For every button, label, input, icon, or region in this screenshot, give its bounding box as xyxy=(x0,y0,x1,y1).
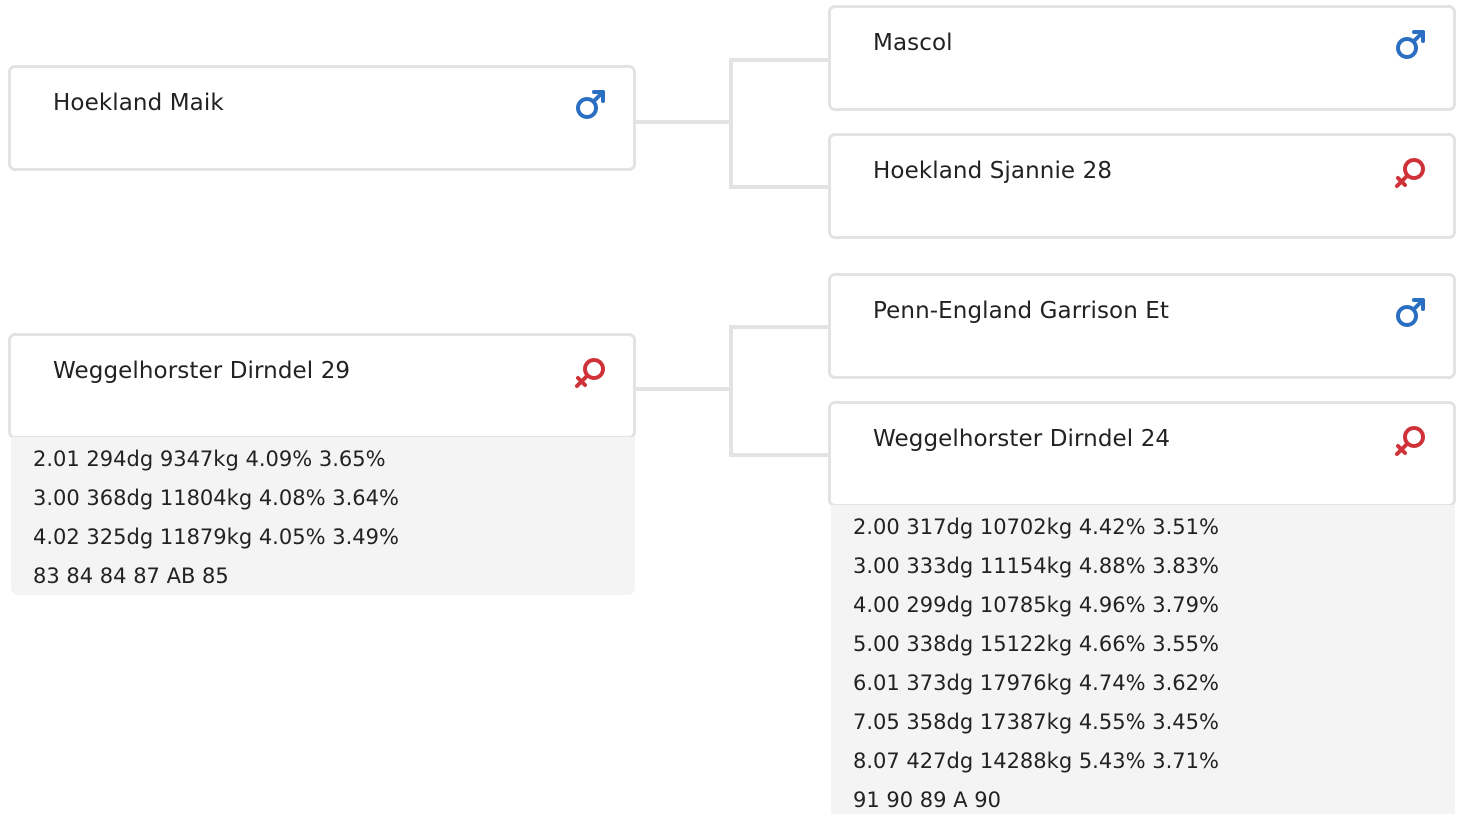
animal-name: Penn-England Garrison Et xyxy=(873,298,1170,324)
male-icon xyxy=(1396,30,1425,59)
animal-name: Mascol xyxy=(873,30,953,56)
male-icon xyxy=(576,90,605,119)
stats-line: 7.05 358dg 17387kg 4.55% 3.45% xyxy=(853,710,1219,734)
stats-line: 2.00 317dg 10702kg 4.42% 3.51% xyxy=(853,515,1219,539)
animal-card-dam[interactable]: Weggelhorster Dirndel 29 xyxy=(8,333,636,439)
stats-line: 3.00 368dg 11804kg 4.08% 3.64% xyxy=(33,486,399,510)
stats-line: 2.01 294dg 9347kg 4.09% 3.65% xyxy=(33,447,386,471)
stats-line: 3.00 333dg 11154kg 4.88% 3.83% xyxy=(853,554,1219,578)
animal-name: Hoekland Sjannie 28 xyxy=(873,158,1113,184)
animal-card-dam-sire[interactable]: Penn-England Garrison Et xyxy=(828,273,1456,379)
animal-name: Weggelhorster Dirndel 24 xyxy=(873,426,1171,452)
animal-card-sire-sire[interactable]: Mascol xyxy=(828,5,1456,111)
stats-line: 4.00 299dg 10785kg 4.96% 3.79% xyxy=(853,593,1219,617)
stats-line: 4.02 325dg 11879kg 4.05% 3.49% xyxy=(33,525,399,549)
production-stats: 2.01 294dg 9347kg 4.09% 3.65% 3.00 368dg… xyxy=(11,437,635,595)
female-icon xyxy=(1395,426,1425,456)
stats-line: 5.00 338dg 15122kg 4.66% 3.55% xyxy=(853,632,1219,656)
stats-line: 6.01 373dg 17976kg 4.74% 3.62% xyxy=(853,671,1219,695)
production-stats: 2.00 317dg 10702kg 4.42% 3.51% 3.00 333d… xyxy=(831,505,1455,814)
female-icon xyxy=(1395,158,1425,188)
connector-dam xyxy=(634,325,830,457)
animal-name: Weggelhorster Dirndel 29 xyxy=(53,358,351,384)
stats-line: 83 84 84 87 AB 85 xyxy=(33,564,229,588)
stats-line: 8.07 427dg 14288kg 5.43% 3.71% xyxy=(853,749,1219,773)
animal-card-sire-dam[interactable]: Hoekland Sjannie 28 xyxy=(828,133,1456,239)
connector-sire xyxy=(634,58,830,189)
male-icon xyxy=(1396,298,1425,327)
female-icon xyxy=(575,358,605,388)
animal-name: Hoekland Maik xyxy=(53,90,224,116)
animal-card-sire[interactable]: Hoekland Maik xyxy=(8,65,636,171)
animal-card-dam-dam[interactable]: Weggelhorster Dirndel 24 xyxy=(828,401,1456,507)
stats-line: 91 90 89 A 90 xyxy=(853,788,1001,812)
